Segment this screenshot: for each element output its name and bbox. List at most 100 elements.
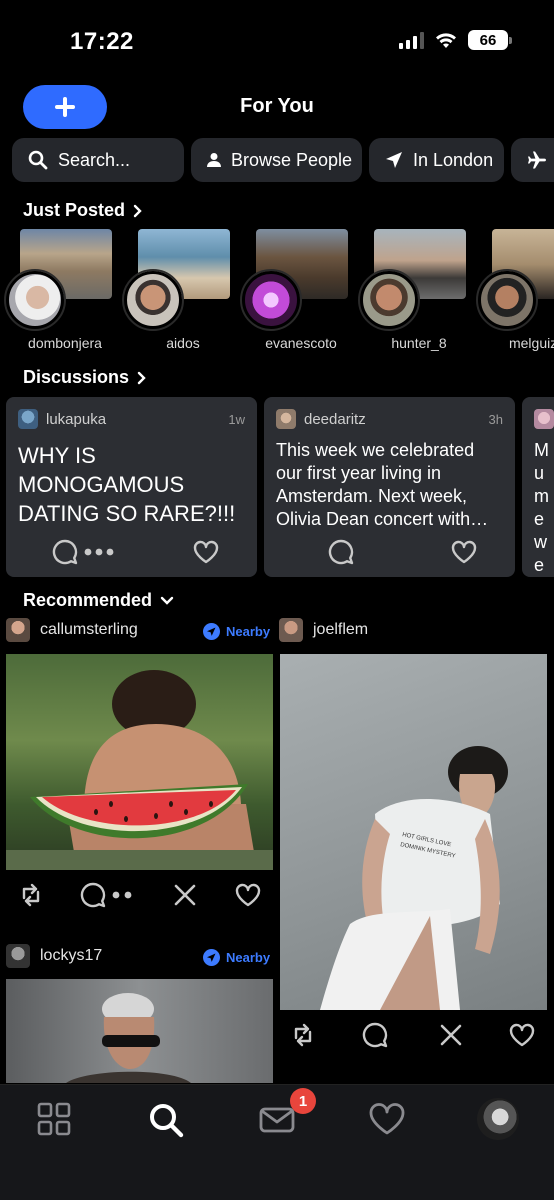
post-author[interactable]: joelflem [279, 618, 368, 642]
chevron-down-icon [160, 596, 174, 605]
just-posted-title: Just Posted [23, 200, 126, 220]
story-avatar [122, 269, 184, 331]
messages-badge: 1 [290, 1088, 316, 1114]
discussion-actions [6, 529, 257, 577]
location-arrow-icon [203, 623, 220, 640]
discussions-row: lukapuka 1w WHY IS MONOGAMOUS DATING SO … [6, 397, 554, 577]
mail-icon [259, 1107, 295, 1133]
story-avatar [476, 269, 538, 331]
post-photo[interactable] [6, 979, 273, 1083]
discussion-time: 1w [228, 411, 245, 427]
post-author-name: lockys17 [40, 947, 103, 964]
signal-icon [399, 31, 424, 49]
post-actions [6, 874, 273, 918]
recommended-header[interactable]: Recommended [23, 590, 174, 611]
profile-avatar[interactable] [477, 1098, 519, 1140]
heart-icon [369, 1103, 405, 1135]
discussions-title: Discussions [23, 367, 130, 387]
just-posted-header[interactable]: Just Posted [23, 200, 143, 221]
comment-icon[interactable] [80, 882, 106, 908]
nav-likes[interactable] [368, 1101, 408, 1141]
location-chip[interactable]: In London [369, 138, 504, 182]
location-arrow-icon [203, 949, 220, 966]
post-author-avatar [279, 618, 303, 642]
discussion-avatar [534, 409, 554, 429]
discussion-card[interactable]: deedaritz 3h This week we celebrated our… [264, 397, 515, 577]
discussion-card[interactable]: Mu me we blu [522, 397, 554, 577]
comment-icon[interactable] [328, 539, 354, 565]
status-icons: 66 [399, 30, 512, 50]
discussion-header: deedaritz 3h [276, 409, 503, 429]
nearby-badge: Nearby [203, 623, 270, 640]
post-author-avatar [6, 618, 30, 642]
nearby-badge: Nearby [203, 949, 270, 966]
close-icon[interactable] [440, 1024, 462, 1046]
story-username: hunter_8 [391, 335, 447, 351]
discussions-header[interactable]: Discussions [23, 367, 147, 388]
story-username: dombonjera [28, 335, 102, 351]
post-author[interactable]: callumsterling [6, 618, 138, 642]
discussion-text: This week we celebrated our first year l… [276, 440, 489, 529]
search-icon [28, 150, 48, 170]
post-photo[interactable] [6, 654, 273, 870]
search-chip-label: Search... [58, 149, 131, 170]
post-author-name: callumsterling [40, 621, 138, 638]
post-image [66, 993, 191, 1083]
more-icon[interactable] [84, 548, 114, 556]
discussion-username: deedaritz [304, 410, 366, 428]
discussion-time: 3h [488, 411, 503, 427]
discussion-header [534, 409, 554, 429]
story-username: melguizo [508, 335, 554, 351]
discussion-username: lukapuka [46, 410, 107, 428]
post-author-name: joelflem [313, 621, 369, 638]
discussion-avatar [276, 409, 296, 429]
heart-icon[interactable] [235, 883, 261, 907]
nav-search[interactable] [147, 1101, 187, 1141]
post-image [6, 670, 273, 870]
recommended-title: Recommended [23, 590, 153, 610]
discussion-text: Mu me we blu [534, 440, 549, 575]
nearby-label: Nearby [226, 624, 271, 639]
location-chip-label: In London [413, 149, 494, 170]
more-icon[interactable] [112, 891, 134, 899]
status-bar: 17:22 66 [0, 0, 554, 80]
post-author[interactable]: lockys17 [6, 944, 102, 968]
heart-icon[interactable] [509, 1023, 535, 1047]
repost-icon[interactable] [290, 1022, 316, 1048]
airplane-icon [528, 151, 546, 169]
story-avatar [240, 269, 302, 331]
comment-icon[interactable] [362, 1022, 388, 1048]
heart-icon[interactable] [451, 540, 477, 564]
search-chip[interactable]: Search... [12, 138, 184, 182]
page-title: For You [240, 95, 314, 117]
discussion-avatar [18, 409, 38, 429]
filter-chips: Search... Browse People In London [12, 138, 554, 182]
chevron-right-icon [133, 204, 142, 217]
discussion-header: lukapuka 1w [18, 409, 245, 429]
repost-icon[interactable] [18, 882, 44, 908]
grid-icon [37, 1102, 71, 1136]
heart-icon[interactable] [193, 540, 219, 564]
post-author-avatar [6, 944, 30, 968]
post-photo[interactable]: HOT GIRLS LOVE DOMINIK MYSTERY [280, 654, 547, 1010]
stories-row: dombonjera aidos evanescoto hunter_8 mel… [0, 229, 554, 359]
discussion-text: WHY IS MONOGAMOUS DATING SO RARE?!!! [18, 443, 236, 526]
comment-icon[interactable] [52, 539, 78, 565]
discussion-card[interactable]: lukapuka 1w WHY IS MONOGAMOUS DATING SO … [6, 397, 257, 577]
location-arrow-icon [386, 152, 402, 168]
browse-people-label: Browse People [231, 149, 353, 170]
status-time: 17:22 [70, 28, 134, 55]
close-icon[interactable] [174, 884, 196, 906]
search-icon [150, 1104, 184, 1138]
bottom-nav [0, 1084, 554, 1200]
person-icon [207, 153, 221, 167]
battery-icon: 66 [468, 30, 512, 50]
travel-chip[interactable] [511, 138, 554, 182]
browse-people-chip[interactable]: Browse People [191, 138, 362, 182]
story-avatar [358, 269, 420, 331]
story-item[interactable]: melguizo [476, 229, 554, 355]
story-username: aidos [166, 335, 200, 351]
discussion-actions [264, 529, 515, 577]
chevron-right-icon [137, 371, 146, 384]
nav-grid[interactable] [36, 1101, 76, 1141]
